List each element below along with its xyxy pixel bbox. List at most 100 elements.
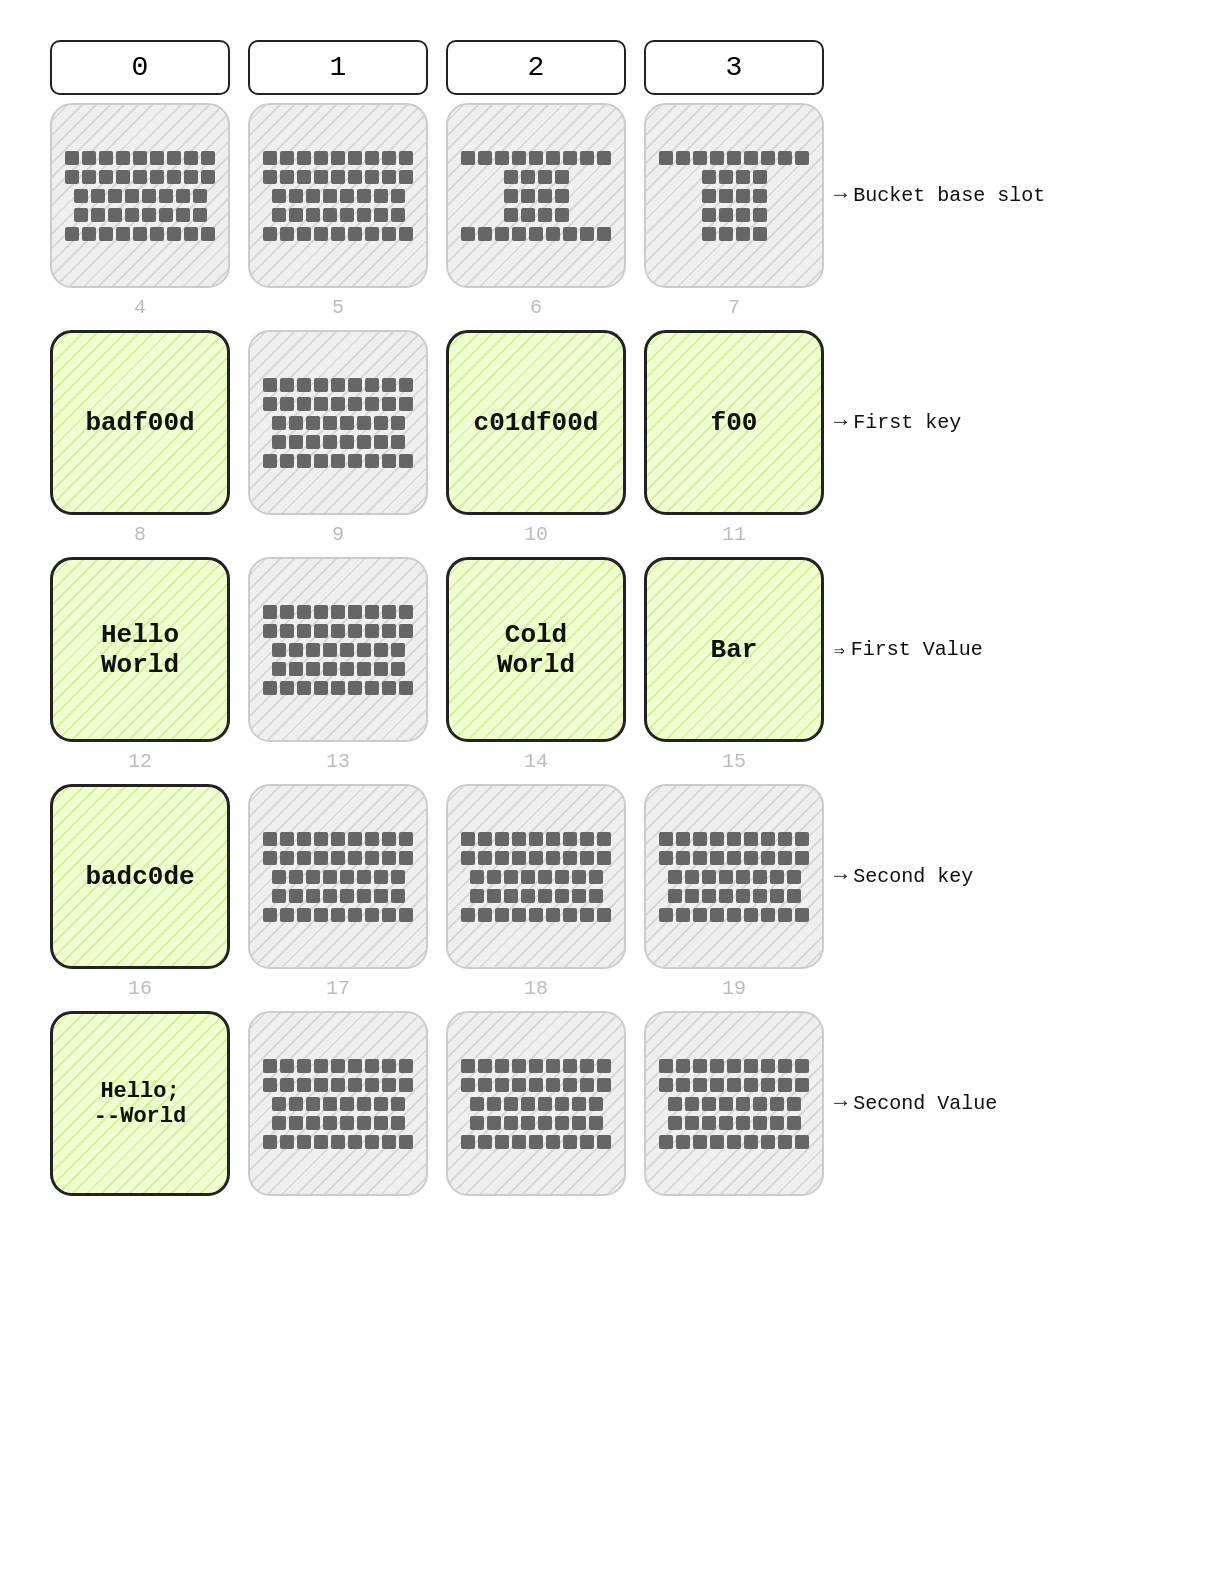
block	[314, 151, 328, 165]
cell-hello-world-2: Hello;--World	[50, 1011, 230, 1196]
block	[693, 151, 707, 165]
slot-label-11: 11	[644, 515, 824, 553]
block	[504, 170, 518, 184]
block	[521, 170, 535, 184]
block	[331, 151, 345, 165]
block	[795, 151, 809, 165]
block-row	[702, 227, 767, 241]
block	[555, 170, 569, 184]
block	[201, 151, 215, 165]
slot-label-6: 6	[446, 288, 626, 326]
block	[391, 189, 405, 203]
second-value-row: Hello;--World	[50, 1011, 1159, 1196]
index-cell-2: 2	[446, 40, 626, 95]
first-key-label: First key	[853, 411, 961, 434]
block	[323, 189, 337, 203]
block	[99, 227, 113, 241]
block-row	[74, 189, 207, 203]
block	[340, 189, 354, 203]
block	[461, 227, 475, 241]
block	[133, 151, 147, 165]
block	[744, 151, 758, 165]
block	[82, 227, 96, 241]
first-value-annotation: ⇒ First Value	[834, 638, 983, 661]
index-cell-1: 1	[248, 40, 428, 95]
block	[289, 189, 303, 203]
block	[125, 208, 139, 222]
block	[184, 170, 198, 184]
cell-15-base	[644, 784, 824, 969]
block	[719, 208, 733, 222]
block	[597, 227, 611, 241]
block-row	[74, 208, 207, 222]
block	[323, 208, 337, 222]
block	[478, 227, 492, 241]
block	[297, 227, 311, 241]
block	[538, 170, 552, 184]
block	[340, 208, 354, 222]
block	[116, 170, 130, 184]
slot-label-10: 10	[446, 515, 626, 553]
block	[314, 227, 328, 241]
second-value-cells: Hello;--World	[50, 1011, 824, 1196]
block	[719, 227, 733, 241]
cell-18-base	[446, 1011, 626, 1196]
block-row	[263, 170, 413, 184]
block	[529, 151, 543, 165]
block	[167, 227, 181, 241]
block	[99, 151, 113, 165]
block	[193, 189, 207, 203]
cell-9-base	[248, 557, 428, 742]
block	[184, 227, 198, 241]
block	[150, 170, 164, 184]
block-row	[504, 208, 569, 222]
block	[495, 227, 509, 241]
block	[753, 189, 767, 203]
cell-cold-world: ColdWorld	[446, 557, 626, 742]
cell-badf00d: badf00d	[50, 330, 230, 515]
bucket-base-cells	[50, 103, 824, 288]
block	[719, 189, 733, 203]
block	[753, 170, 767, 184]
block	[563, 227, 577, 241]
block	[331, 170, 345, 184]
block	[382, 151, 396, 165]
second-key-label: Second key	[853, 865, 973, 888]
block	[108, 189, 122, 203]
cell-14-base	[446, 784, 626, 969]
cell-13-base	[248, 784, 428, 969]
block	[272, 208, 286, 222]
block-row	[461, 227, 611, 241]
block	[91, 208, 105, 222]
block	[263, 151, 277, 165]
slot-label-15: 15	[644, 742, 824, 780]
cell-2-base	[446, 103, 626, 288]
block	[272, 189, 286, 203]
block	[167, 170, 181, 184]
block	[736, 170, 750, 184]
block	[399, 227, 413, 241]
slot-label-13: 13	[248, 742, 428, 780]
block	[99, 170, 113, 184]
block	[91, 189, 105, 203]
block	[374, 208, 388, 222]
slot-label-4: 4	[50, 288, 230, 326]
block	[719, 170, 733, 184]
first-value-label: First Value	[851, 638, 983, 661]
first-value-row: HelloWorld ColdWorld Bar ⇒ First Value	[50, 557, 1159, 742]
cell-f00: f00	[644, 330, 824, 515]
block	[167, 151, 181, 165]
block-row	[702, 208, 767, 222]
block	[331, 227, 345, 241]
block	[159, 189, 173, 203]
cell-badc0de: badc0de	[50, 784, 230, 969]
block-row	[461, 151, 611, 165]
cell-3-base	[644, 103, 824, 288]
block	[65, 151, 79, 165]
block	[357, 208, 371, 222]
block	[702, 189, 716, 203]
block-row	[702, 189, 767, 203]
block-row	[272, 208, 405, 222]
block	[382, 227, 396, 241]
block	[297, 170, 311, 184]
